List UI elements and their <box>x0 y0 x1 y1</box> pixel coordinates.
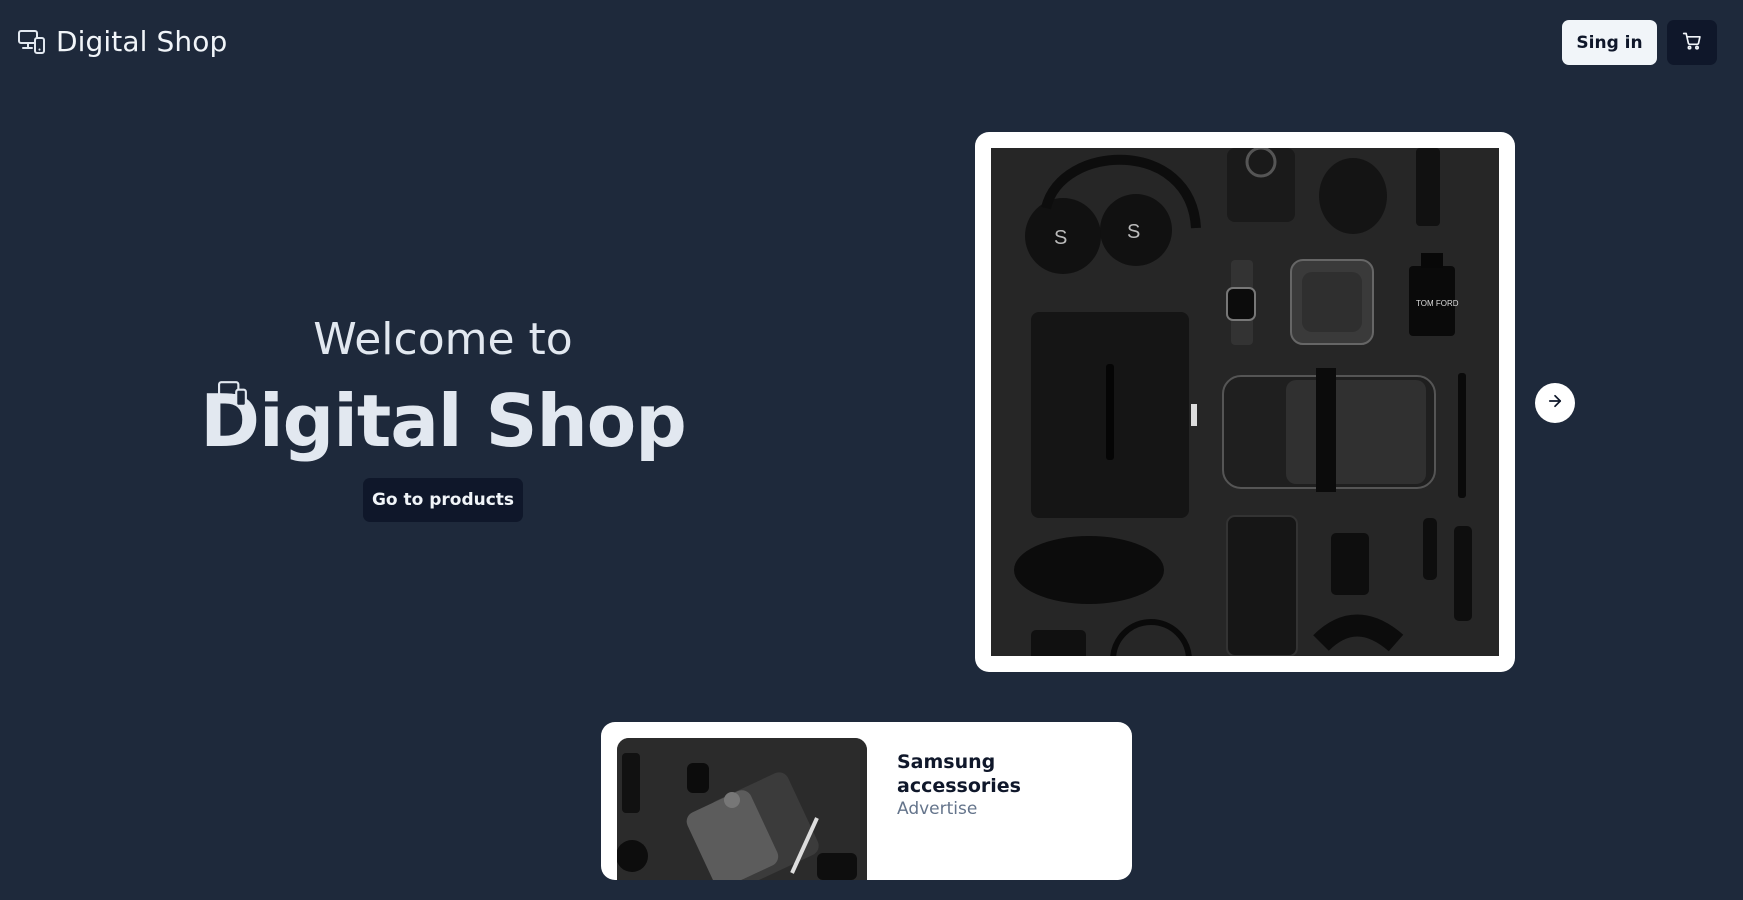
product-image <box>617 738 867 880</box>
brand[interactable]: Digital Shop <box>18 24 227 60</box>
product-subtitle: Advertise <box>897 799 978 819</box>
svg-text:S: S <box>1054 227 1067 249</box>
hero: Welcome to Digital Shop <box>200 310 687 464</box>
svg-text:TOM FORD: TOM FORD <box>1416 299 1459 308</box>
cart-icon <box>1682 31 1702 55</box>
hero-title-row: Digital Shop <box>200 378 687 464</box>
hero-title: Digital Shop <box>200 379 687 463</box>
svg-text:S: S <box>1127 221 1140 243</box>
signin-button[interactable]: Sing in <box>1562 20 1657 65</box>
cart-button[interactable] <box>1667 20 1717 65</box>
brand-name: Digital Shop <box>56 25 228 58</box>
carousel: S S TOM FORD <box>975 132 1515 672</box>
product-card[interactable]: Samsung accessories Advertise <box>601 722 1132 880</box>
devices-icon <box>218 380 248 410</box>
product-title: Samsung accessories <box>897 751 1021 797</box>
header: Digital Shop Sing in <box>0 0 1743 86</box>
product-info: Samsung accessories Advertise <box>897 738 1116 864</box>
carousel-next-button[interactable] <box>1535 383 1575 423</box>
arrow-right-icon <box>1546 392 1564 414</box>
go-to-products-button[interactable]: Go to products <box>363 478 523 522</box>
carousel-image: S S TOM FORD <box>991 148 1499 656</box>
page: Digital Shop Sing in Welcome to Digital … <box>0 0 1743 900</box>
hero-welcome: Welcome to <box>313 314 573 365</box>
devices-icon <box>18 28 46 56</box>
